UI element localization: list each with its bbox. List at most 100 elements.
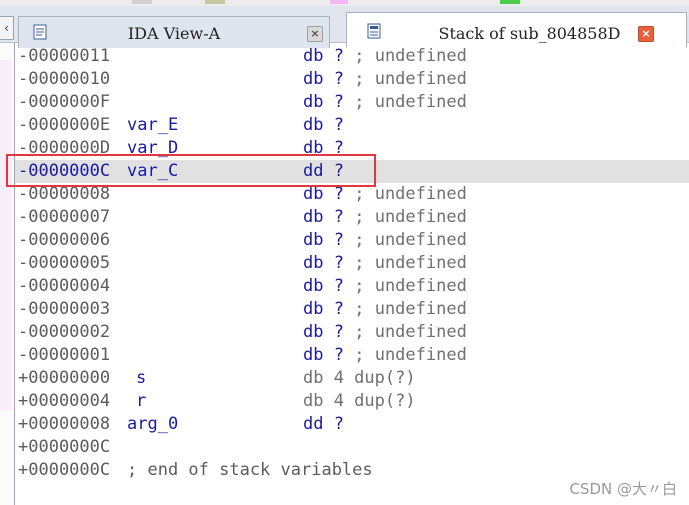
row-definition: db ? ; undefined [303, 91, 467, 114]
stack-row[interactable]: -00000007 db ? ; undefined [15, 206, 689, 229]
tab-bar: ‹ IDA View-A × Stack of sub_804858D × [0, 6, 689, 48]
row-variable-name[interactable]: r [136, 390, 146, 413]
row-definition: dd ? [303, 413, 344, 436]
stack-row[interactable]: -00000005 db ? ; undefined [15, 252, 689, 275]
tab-label: IDA View-A [127, 24, 221, 43]
tab-stack-of-sub[interactable]: Stack of sub_804858D × [346, 12, 687, 48]
row-comment: ; undefined [354, 69, 467, 89]
stack-row[interactable]: -00000003 db ? ; undefined [15, 298, 689, 321]
close-icon[interactable]: × [307, 26, 323, 42]
row-directive: dd [303, 414, 324, 434]
stack-row[interactable]: -0000000F db ? ; undefined [15, 91, 689, 114]
row-operand: ? [333, 299, 344, 319]
row-definition: db ? [303, 114, 344, 137]
stack-row[interactable]: +00000008 arg_0 dd ? [15, 413, 689, 436]
row-directive: db [303, 115, 324, 135]
row-offset: +00000000 [18, 368, 111, 388]
stack-row[interactable]: -00000002 db ? ; undefined [15, 321, 689, 344]
row-comment: ; undefined [354, 276, 467, 296]
stack-row[interactable]: -00000006 db ? ; undefined [15, 229, 689, 252]
row-directive: db [303, 299, 324, 319]
scroll-tabs-left-button[interactable]: ‹ [0, 16, 14, 40]
stack-row[interactable]: -00000010 db ? ; undefined [15, 68, 689, 91]
row-comment: ; undefined [354, 253, 467, 273]
gutter-marker [0, 60, 12, 410]
row-directive: db 4 dup(?) [303, 368, 416, 388]
row-offset: +00000004 [18, 391, 111, 411]
row-directive: db [303, 253, 324, 273]
stack-row[interactable]: -00000004 db ? ; undefined [15, 275, 689, 298]
row-comment: ; undefined [354, 92, 467, 112]
row-definition: db ? ; undefined [303, 45, 467, 68]
stack-row[interactable]: +00000004 r db 4 dup(?) [15, 390, 689, 413]
toolbar-swatch [205, 0, 225, 4]
row-directive: db [303, 322, 324, 342]
row-operand: ? [333, 92, 344, 112]
row-offset: -00000010 [18, 69, 111, 89]
toolbar-swatch [132, 0, 152, 4]
row-operand: ? [333, 230, 344, 250]
row-operand: ? [333, 414, 344, 434]
row-comment: ; undefined [354, 230, 467, 250]
toolbar-swatch [500, 0, 520, 4]
row-comment: ; undefined [354, 299, 467, 319]
row-operand: ? [333, 184, 344, 204]
row-offset: -00000006 [18, 230, 111, 250]
stack-frame-listing[interactable]: -00000011 db ? ; undefined -00000010 db ? ;… [15, 45, 689, 482]
row-definition: db ? ; undefined [303, 275, 467, 298]
row-directive: db [303, 69, 324, 89]
row-offset: -00000004 [18, 276, 111, 296]
row-offset: -0000000F [18, 92, 111, 112]
stack-row[interactable]: -00000001 db ? ; undefined [15, 344, 689, 367]
row-offset: -00000011 [18, 46, 111, 66]
toolbar-swatch [330, 0, 348, 4]
row-definition: db ? ; undefined [303, 321, 467, 344]
stack-row[interactable]: +00000000 s db 4 dup(?) [15, 367, 689, 390]
row-definition: db ? ; undefined [303, 206, 467, 229]
row-directive: db [303, 345, 324, 365]
row-operand: ? [333, 345, 344, 365]
stack-row[interactable]: -00000011 db ? ; undefined [15, 45, 689, 68]
row-offset: +0000000C [18, 437, 111, 457]
close-icon[interactable]: × [638, 26, 654, 42]
row-directive: db [303, 184, 324, 204]
row-offset: -0000000E [18, 115, 111, 135]
row-variable-name[interactable]: arg_0 [127, 413, 178, 436]
row-operand: ? [333, 322, 344, 342]
row-directive: db [303, 92, 324, 112]
row-definition: db ? ; undefined [303, 298, 467, 321]
stack-row[interactable]: -0000000E var_E db ? [15, 114, 689, 137]
row-directive: db [303, 230, 324, 250]
row-operand: ? [333, 115, 344, 135]
watermark: CSDN @大〃白 [569, 480, 677, 498]
row-offset: -00000001 [18, 345, 111, 365]
row-operand: ? [333, 253, 344, 273]
row-directive: db [303, 207, 324, 227]
row-definition: db 4 dup(?) [303, 367, 416, 390]
row-variable-name[interactable]: var_E [127, 114, 178, 137]
row-offset: +00000008 [18, 414, 111, 434]
row-offset: +0000000C [18, 460, 111, 480]
row-directive: db 4 dup(?) [303, 391, 416, 411]
tab-ida-view-a[interactable]: IDA View-A × [18, 16, 330, 48]
stack-row[interactable]: +0000000C [15, 436, 689, 459]
row-comment: ; undefined [354, 46, 467, 66]
row-definition: db ? ; undefined [303, 68, 467, 91]
row-directive: db [303, 276, 324, 296]
row-offset: -00000005 [18, 253, 111, 273]
row-operand: ? [333, 69, 344, 89]
row-definition: db ? ; undefined [303, 229, 467, 252]
row-definition: db ? ; undefined [303, 252, 467, 275]
row-comment: ; undefined [354, 345, 467, 365]
row-operand: ? [333, 276, 344, 296]
row-variable-name[interactable]: ; end of stack variables [127, 459, 373, 482]
row-definition: db 4 dup(?) [303, 390, 416, 413]
row-comment: ; undefined [354, 184, 467, 204]
row-comment: ; undefined [354, 207, 467, 227]
row-offset: -00000003 [18, 299, 111, 319]
highlight-annotation-box [6, 154, 376, 187]
row-variable-name[interactable]: s [136, 367, 146, 390]
row-offset: -00000002 [18, 322, 111, 342]
row-operand: ? [333, 207, 344, 227]
row-offset: -00000007 [18, 207, 111, 227]
